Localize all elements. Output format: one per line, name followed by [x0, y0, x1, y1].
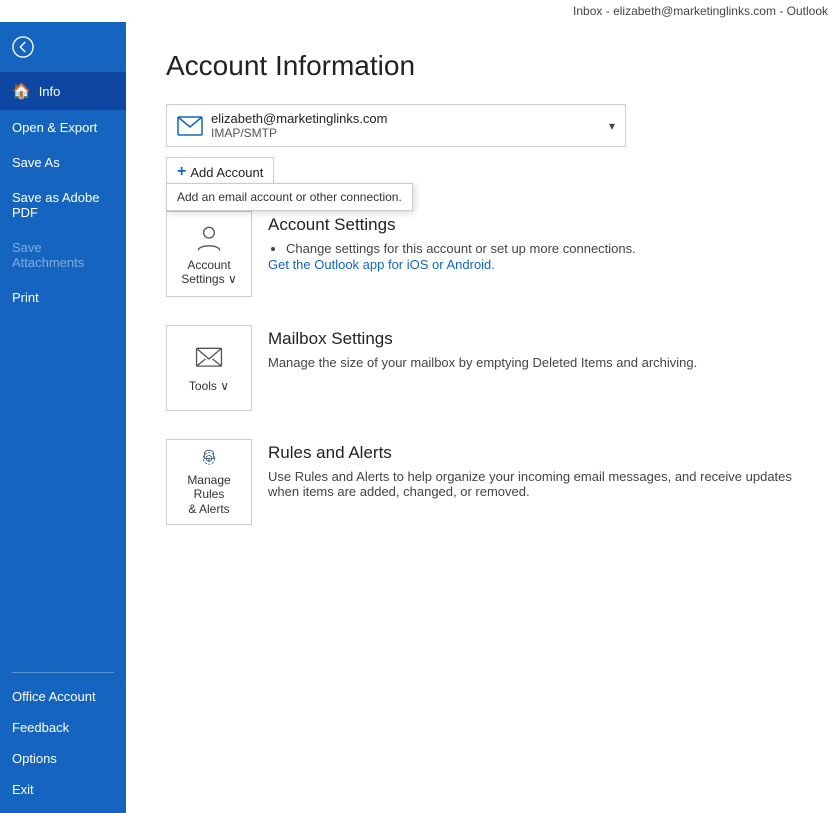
rules-alerts-desc: Use Rules and Alerts to help organize yo…: [268, 469, 800, 499]
section-rules-alerts: Manage Rules& Alerts Rules and Alerts Us…: [166, 433, 800, 531]
sidebar-item-feedback[interactable]: Feedback: [0, 712, 126, 743]
sidebar-item-save-as-pdf[interactable]: Save as Adobe PDF: [0, 180, 126, 230]
back-button[interactable]: [0, 22, 126, 72]
account-email-icon: [177, 116, 203, 136]
sidebar-bottom: Office Account Feedback Options Exit: [0, 664, 126, 813]
mailbox-settings-tile[interactable]: Tools ∨: [166, 325, 252, 411]
account-settings-link[interactable]: Get the Outlook app for iOS or Android.: [268, 257, 495, 272]
rules-alerts-title: Rules and Alerts: [268, 443, 800, 463]
feedback-label: Feedback: [12, 720, 69, 735]
title-bar: Inbox - elizabeth@marketinglinks.com - O…: [0, 0, 840, 22]
rules-alerts-info: Rules and Alerts Use Rules and Alerts to…: [268, 439, 800, 503]
sidebar-item-print[interactable]: Print: [0, 280, 126, 315]
account-selector-text: elizabeth@marketinglinks.com IMAP/SMTP: [211, 111, 601, 140]
sidebar-item-save-as-label: Save As: [12, 155, 60, 170]
sidebar-item-save-attachments[interactable]: Save Attachments: [0, 230, 126, 280]
account-type: IMAP/SMTP: [211, 126, 601, 140]
sidebar-item-open-export[interactable]: Open & Export: [0, 110, 126, 145]
mailbox-settings-title: Mailbox Settings: [268, 329, 800, 349]
sidebar-divider: [12, 672, 114, 673]
section-account-settings: AccountSettings ∨ Account Settings Chang…: [166, 205, 800, 303]
sidebar-item-save-attachments-label: Save Attachments: [12, 240, 114, 270]
exit-label: Exit: [12, 782, 34, 797]
mailbox-settings-tile-label: Tools ∨: [189, 379, 229, 393]
account-settings-desc: Change settings for this account or set …: [286, 241, 800, 256]
content-area: Account Information elizabeth@marketingl…: [126, 22, 840, 813]
add-account-label: Add Account: [190, 165, 263, 180]
home-icon: 🏠: [12, 82, 31, 100]
sections-container: AccountSettings ∨ Account Settings Chang…: [166, 205, 800, 531]
add-account-tooltip: Add an email account or other connection…: [166, 183, 413, 211]
main-layout: 🏠 Info Open & Export Save As Save as Ado…: [0, 22, 840, 813]
title-bar-text: Inbox - elizabeth@marketinglinks.com - O…: [573, 4, 828, 18]
account-settings-tile-label: AccountSettings ∨: [181, 258, 236, 287]
options-label: Options: [12, 751, 57, 766]
mailbox-settings-desc: Manage the size of your mailbox by empty…: [268, 355, 800, 370]
page-title: Account Information: [166, 50, 800, 82]
rules-alerts-icon: [193, 448, 225, 469]
sidebar-item-save-as[interactable]: Save As: [0, 145, 126, 180]
add-account-wrapper: + Add Account Add an email account or ot…: [166, 147, 274, 187]
sidebar-item-open-export-label: Open & Export: [12, 120, 97, 135]
account-settings-title: Account Settings: [268, 215, 800, 235]
sidebar-item-office-account[interactable]: Office Account: [0, 681, 126, 712]
sidebar-item-info-label: Info: [39, 84, 61, 99]
plus-icon: +: [177, 163, 186, 181]
sidebar-item-save-as-pdf-label: Save as Adobe PDF: [12, 190, 114, 220]
account-settings-icon: [193, 222, 225, 254]
tools-icon: [193, 343, 225, 375]
account-email: elizabeth@marketinglinks.com: [211, 111, 601, 126]
account-settings-desc-list: Change settings for this account or set …: [286, 241, 800, 256]
account-settings-info: Account Settings Change settings for thi…: [268, 211, 800, 272]
section-mailbox-settings: Tools ∨ Mailbox Settings Manage the size…: [166, 319, 800, 417]
mailbox-settings-info: Mailbox Settings Manage the size of your…: [268, 325, 800, 374]
rules-alerts-tile-label: Manage Rules& Alerts: [171, 473, 247, 516]
dropdown-arrow-icon: ▾: [609, 119, 615, 133]
back-icon: [12, 36, 34, 58]
office-account-label: Office Account: [12, 689, 96, 704]
sidebar-item-exit[interactable]: Exit: [0, 774, 126, 805]
sidebar: 🏠 Info Open & Export Save As Save as Ado…: [0, 22, 126, 813]
account-settings-tile[interactable]: AccountSettings ∨: [166, 211, 252, 297]
rules-alerts-tile[interactable]: Manage Rules& Alerts: [166, 439, 252, 525]
sidebar-item-print-label: Print: [12, 290, 39, 305]
sidebar-item-options[interactable]: Options: [0, 743, 126, 774]
account-selector[interactable]: elizabeth@marketinglinks.com IMAP/SMTP ▾: [166, 104, 626, 147]
sidebar-item-info[interactable]: 🏠 Info: [0, 72, 126, 110]
